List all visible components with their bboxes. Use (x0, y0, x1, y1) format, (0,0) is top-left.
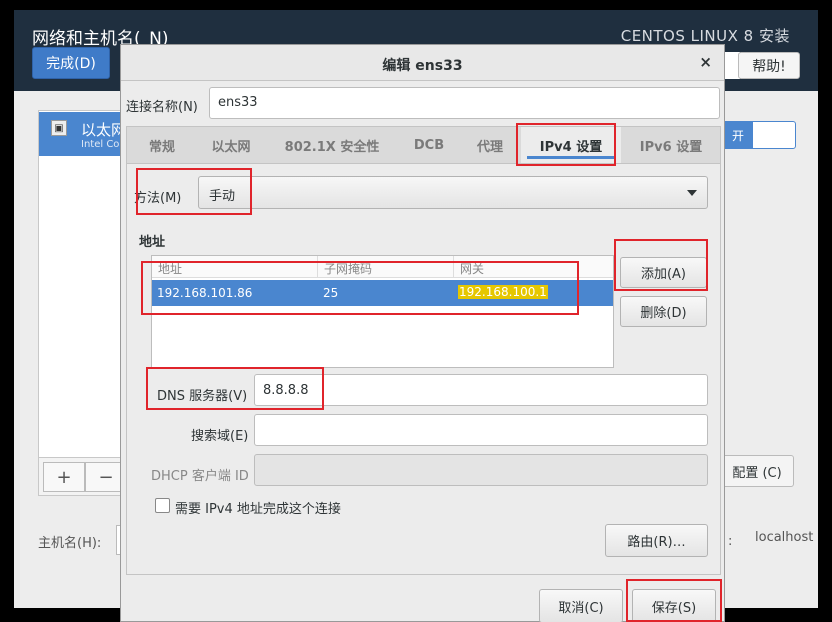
chevron-down-icon (687, 190, 697, 196)
table-row[interactable]: 192.168.101.86 25 192.168.100.1 (152, 280, 613, 306)
tab-ethernet[interactable]: 以太网 (197, 127, 265, 163)
delete-address-button[interactable]: 删除(D) (620, 296, 707, 327)
dns-input[interactable]: 8.8.8.8 (254, 374, 708, 406)
cell-gateway[interactable]: 192.168.100.1 (458, 285, 548, 299)
method-value: 手动 (209, 189, 236, 204)
dialog-titlebar: 编辑 ens33 × (121, 45, 724, 81)
device-toggle[interactable]: 开 (722, 121, 796, 149)
connection-name-input[interactable]: ens33 (209, 87, 720, 119)
add-address-button[interactable]: 添加(A) (620, 257, 707, 288)
tab-8021x-security[interactable]: 802.1X 安全性 (265, 127, 399, 163)
method-select[interactable]: 手动 (198, 176, 708, 209)
tab-general[interactable]: 常规 (127, 127, 197, 163)
tab-bar: 常规 以太网 802.1X 安全性 DCB 代理 IPv4 设置 IPv6 设置 (126, 126, 721, 164)
add-device-button[interactable]: + (43, 462, 85, 492)
close-icon[interactable]: × (699, 53, 712, 71)
edit-connection-dialog: 编辑 ens33 × 连接名称(N) ens33 常规 以太网 802.1X 安… (120, 44, 725, 622)
address-table[interactable]: 地址 子网掩码 网关 192.168.101.86 25 192.168.100… (151, 255, 614, 368)
dns-label: DNS 服务器(V) (157, 389, 248, 404)
dhcp-client-id-label: DHCP 客户端 ID (151, 469, 249, 484)
dialog-title: 编辑 ens33 (382, 58, 463, 74)
cell-netmask[interactable]: 25 (323, 286, 338, 300)
require-ipv4-label[interactable]: 需要 IPv4 地址完成这个连接 (175, 498, 341, 517)
tab-proxy[interactable]: 代理 (459, 127, 521, 163)
tab-dcb[interactable]: DCB (399, 127, 459, 163)
configure-button[interactable]: 配置 (C) (720, 455, 794, 487)
dhcp-client-id-input (254, 454, 708, 486)
routes-button[interactable]: 路由(R)… (605, 524, 708, 557)
column-header-address[interactable]: 地址 (152, 256, 318, 278)
address-section-title: 地址 (139, 235, 166, 250)
cancel-button[interactable]: 取消(C) (539, 589, 623, 622)
tab-ipv4-settings[interactable]: IPv4 设置 (521, 127, 621, 163)
help-button[interactable]: 帮助! (738, 52, 800, 79)
done-button[interactable]: 完成(D) (32, 47, 110, 79)
tab-ipv4-label: IPv4 设置 (539, 139, 603, 155)
current-hostname-colon: : (728, 534, 733, 549)
column-header-netmask[interactable]: 子网掩码 (318, 256, 454, 278)
current-hostname: localhost (755, 530, 814, 545)
active-tab-indicator (527, 156, 615, 159)
connection-name-label: 连接名称(N) (126, 100, 198, 115)
cell-address[interactable]: 192.168.101.86 (157, 286, 252, 300)
network-card-icon: ▣ (51, 120, 67, 136)
installer-brand: CENTOS LINUX 8 安装 (620, 27, 790, 45)
search-domain-input[interactable] (254, 414, 708, 446)
search-domain-label: 搜索域(E) (191, 429, 249, 444)
tab-ipv6-settings[interactable]: IPv6 设置 (621, 127, 721, 163)
toggle-on-label: 开 (723, 122, 753, 148)
column-header-gateway[interactable]: 网关 (454, 256, 613, 278)
method-label: 方法(M) (134, 191, 182, 206)
save-button[interactable]: 保存(S) (632, 589, 716, 622)
hostname-label: 主机名(H): (38, 536, 102, 551)
require-ipv4-checkbox[interactable] (155, 498, 170, 513)
